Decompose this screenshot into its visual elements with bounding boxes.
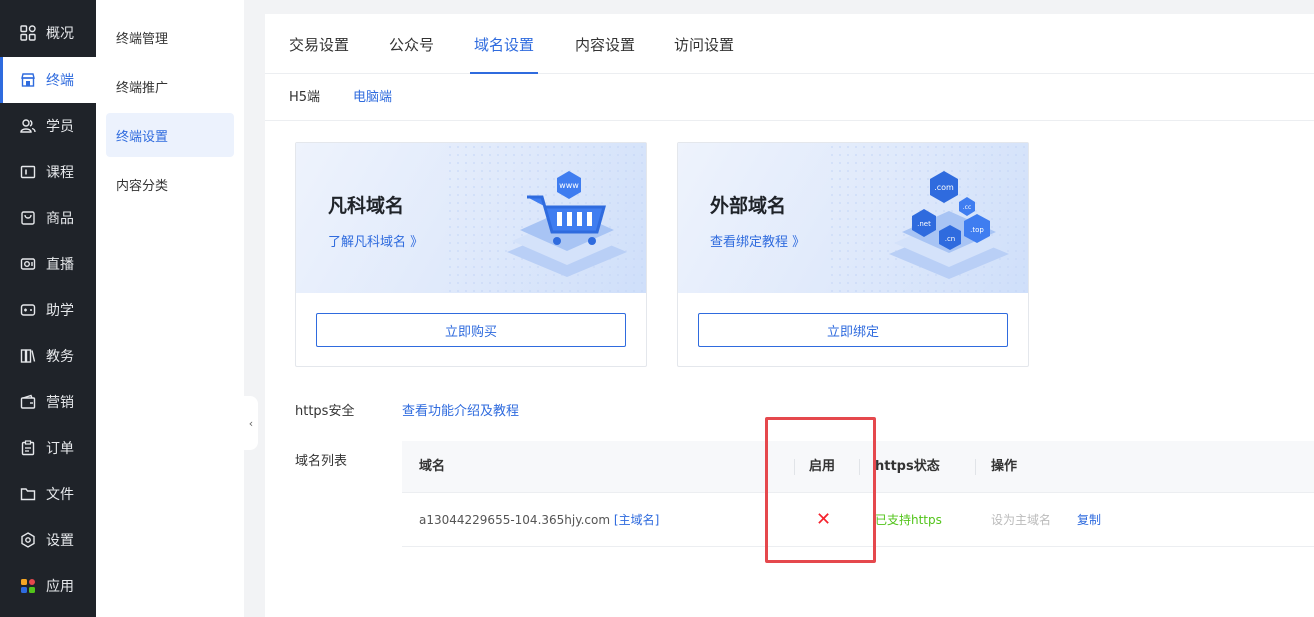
subtab-pc[interactable]: 电脑端 [353, 75, 392, 121]
settings-tabs: 交易设置 公众号 域名设置 内容设置 访问设置 [265, 14, 1314, 74]
shopping-cart-icon: www [507, 171, 627, 277]
submenu-content-category[interactable]: 内容分类 [106, 162, 234, 206]
nav-item-files[interactable]: 文件 [0, 471, 96, 517]
card-title: 凡科域名 [328, 195, 405, 217]
domain-name: a13044229655-104.365hjy.com [419, 513, 611, 527]
main-sidebar: 概况 终端 学员 课程 商品 直播 助学 教务 营销 订单 文件 设置 应用 [0, 0, 96, 617]
copy-action[interactable]: 复制 [1077, 493, 1101, 547]
https-status-text: 已支持https [875, 513, 942, 527]
domain-cell: a13044229655-104.365hjy.com [主域名] [419, 493, 659, 547]
apps-icon [20, 578, 36, 594]
nav-item-label: 营销 [46, 395, 74, 411]
users-icon [20, 118, 36, 134]
store-icon [20, 72, 36, 88]
external-domain-card: 外部域名 查看绑定教程 》 .com .cc .net .top .cn 立即绑… [677, 142, 1029, 367]
set-primary-domain-action[interactable]: 设为主域名 [991, 493, 1051, 547]
wallet-icon [20, 394, 36, 410]
nav-item-label: 助学 [46, 303, 74, 319]
main-panel: 交易设置 公众号 域名设置 内容设置 访问设置 H5端 电脑端 凡科域名 了解凡… [265, 14, 1314, 617]
gamepad-icon [20, 302, 36, 318]
bag-icon [20, 210, 36, 226]
table-header: 域名 启用 https状态 操作 [402, 441, 1314, 493]
column-actions: 操作 [991, 459, 1018, 474]
domain-list-label: 域名列表 [295, 454, 348, 469]
domain-cubes-icon: .com .cc .net .top .cn [889, 171, 1009, 279]
books-icon [20, 348, 36, 364]
collapse-sidebar-handle[interactable]: ‹ [244, 396, 258, 450]
submenu-terminal-management[interactable]: 终端管理 [106, 15, 234, 59]
chevron-left-icon: ‹ [248, 416, 254, 430]
svg-text:.net: .net [917, 220, 931, 228]
course-icon [20, 164, 36, 180]
column-https-status: https状态 [875, 459, 940, 474]
clipboard-icon [20, 440, 36, 456]
nav-item-label: 学员 [46, 119, 74, 135]
nav-item-label: 概况 [46, 26, 74, 42]
svg-text:.cn: .cn [945, 235, 956, 243]
nav-item-students[interactable]: 学员 [0, 103, 96, 149]
nav-item-study-aid[interactable]: 助学 [0, 287, 96, 333]
column-enabled: 启用 [809, 459, 836, 474]
nav-item-terminal[interactable]: 终端 [0, 57, 96, 103]
svg-text:.cc: .cc [963, 204, 972, 211]
nav-item-academic[interactable]: 教务 [0, 333, 96, 379]
nav-item-orders[interactable]: 订单 [0, 425, 96, 471]
card-title: 外部域名 [710, 195, 787, 217]
settings-icon [20, 532, 36, 548]
nav-item-settings[interactable]: 设置 [0, 517, 96, 563]
nav-item-marketing[interactable]: 营销 [0, 379, 96, 425]
tab-access-settings[interactable]: 访问设置 [674, 14, 734, 74]
nav-item-courses[interactable]: 课程 [0, 149, 96, 195]
svg-text:.top: .top [970, 226, 984, 234]
binding-tutorial-link[interactable]: 查看绑定教程 》 [710, 231, 805, 250]
nav-item-label: 商品 [46, 211, 74, 227]
nav-item-label: 文件 [46, 487, 74, 503]
tab-trade-settings[interactable]: 交易设置 [289, 14, 349, 74]
buy-now-button[interactable]: 立即购买 [316, 313, 626, 347]
table-row: a13044229655-104.365hjy.com [主域名] ✕ 已支持h… [402, 493, 1314, 547]
domain-table: 域名 启用 https状态 操作 a13044229655-104.365hjy… [402, 441, 1314, 548]
https-security-label: https安全 [295, 404, 355, 419]
grid-icon [20, 25, 36, 41]
submenu-terminal-promotion[interactable]: 终端推广 [106, 64, 234, 108]
disabled-cross-icon[interactable]: ✕ [816, 493, 831, 547]
nav-item-label: 直播 [46, 257, 74, 273]
card-banner: 凡科域名 了解凡科域名 》 www [296, 143, 646, 293]
nav-item-live[interactable]: 直播 [0, 241, 96, 287]
card-banner: 外部域名 查看绑定教程 》 .com .cc .net .top .cn [678, 143, 1028, 293]
nav-item-label: 应用 [46, 579, 74, 595]
nav-item-label: 终端 [46, 73, 74, 89]
learn-faisco-domain-link[interactable]: 了解凡科域名 》 [328, 231, 423, 250]
tab-domain-settings[interactable]: 域名设置 [469, 14, 539, 74]
tab-official-account[interactable]: 公众号 [389, 14, 434, 74]
nav-item-label: 教务 [46, 349, 74, 365]
nav-item-label: 订单 [46, 441, 74, 457]
nav-item-overview[interactable]: 概况 [0, 10, 96, 56]
faisco-domain-card: 凡科域名 了解凡科域名 》 www 立即购买 [295, 142, 647, 367]
nav-item-label: 设置 [46, 533, 74, 549]
tab-content-settings[interactable]: 内容设置 [575, 14, 635, 74]
nav-item-label: 课程 [46, 165, 74, 181]
bind-now-button[interactable]: 立即绑定 [698, 313, 1008, 347]
folder-icon [20, 486, 36, 502]
primary-domain-tag: [主域名] [613, 513, 660, 527]
svg-text:.com: .com [934, 183, 954, 192]
submenu-terminal-settings[interactable]: 终端设置 [106, 113, 234, 157]
svg-text:www: www [559, 181, 579, 190]
subtab-h5[interactable]: H5端 [289, 75, 320, 121]
platform-subtabs: H5端 电脑端 [265, 75, 1314, 121]
sub-menu: 终端管理 终端推广 终端设置 内容分类 [96, 0, 244, 617]
https-intro-link[interactable]: 查看功能介绍及教程 [402, 400, 519, 419]
column-domain: 域名 [419, 459, 446, 474]
camera-icon [20, 256, 36, 272]
nav-item-products[interactable]: 商品 [0, 195, 96, 241]
nav-item-apps[interactable]: 应用 [0, 563, 96, 609]
